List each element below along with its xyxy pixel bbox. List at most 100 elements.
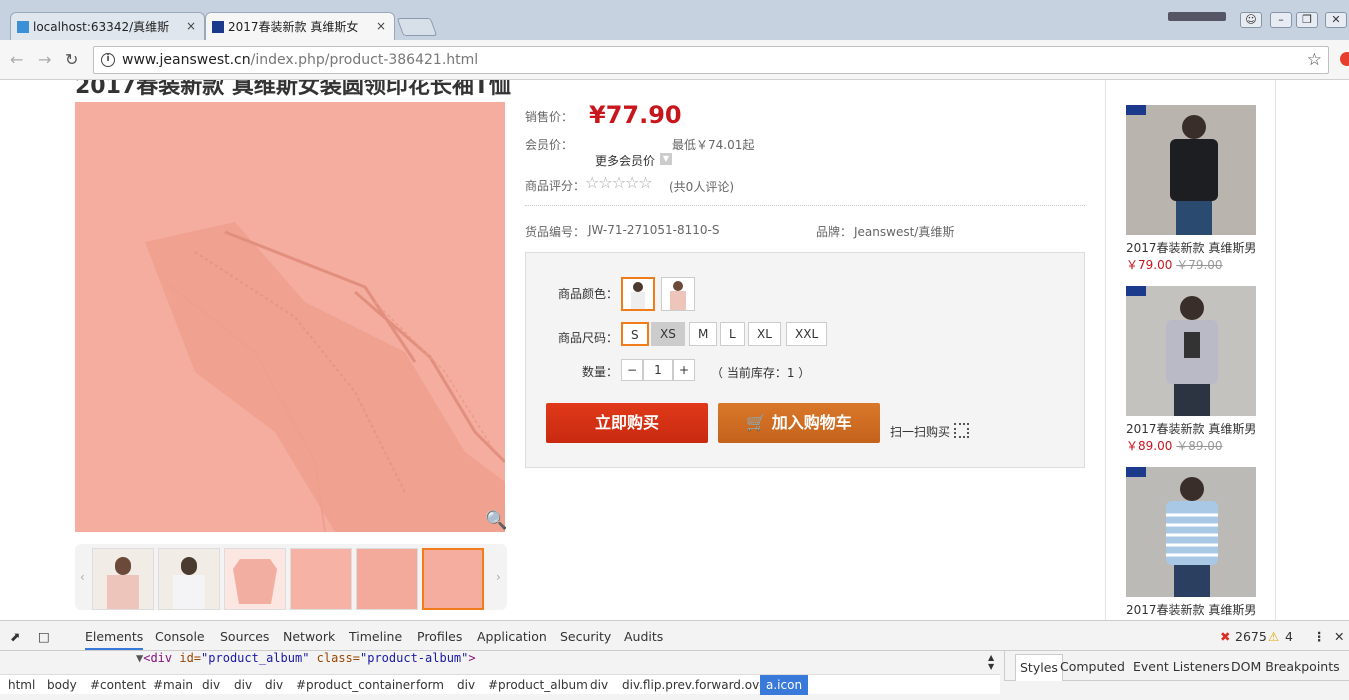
size-xs[interactable]: XS [651,322,685,346]
tab-localhost[interactable]: localhost:63342/真维斯 × [10,12,205,42]
thumbnail-selected[interactable] [422,548,484,610]
crumb[interactable]: div [265,678,283,692]
product-image[interactable] [1126,286,1256,416]
size-m[interactable]: M [689,322,718,346]
product-main-image[interactable] [75,102,505,532]
tab-audits[interactable]: Audits [624,629,663,644]
add-to-cart-button[interactable]: 🛒 加入购物车 [718,403,880,443]
related-products-sidebar: 2017春装新款 真维斯男 ￥79.00 ￥79.00 2017春装新款 真维斯… [1105,80,1276,620]
device-toggle-icon[interactable]: □ [38,629,50,644]
forward-icon[interactable]: → [38,50,51,69]
purchase-options: 商品颜色： 商品尺码： S XS M L XL XXL 数量： − 1 + （ … [525,252,1085,468]
menu-badge-icon[interactable] [1340,52,1349,66]
dom-node-line[interactable]: ▼<div id="product_album" class="product-… [136,651,476,665]
thumbnail[interactable] [158,548,220,610]
color-swatch-pink[interactable] [661,277,695,311]
bookmark-star-icon[interactable]: ☆ [1307,50,1322,70]
related-product[interactable]: 2017春装新款 真维斯男 ￥79.00 ￥79.00 [1126,105,1256,273]
tab-network[interactable]: Network [283,629,335,644]
qty-input[interactable]: 1 [643,359,673,381]
related-product-name[interactable]: 2017春装新款 真维斯男 [1126,420,1256,437]
user-icon[interactable]: ☺ [1240,12,1262,28]
product-image[interactable] [1126,467,1256,597]
tab-dom-breakpoints[interactable]: DOM Breakpoints [1231,659,1340,674]
tab-application[interactable]: Application [477,629,547,644]
crumb[interactable]: div [590,678,608,692]
related-product[interactable]: 2017春装新款 真维斯男 [1126,467,1256,618]
color-label: 商品颜色： [558,287,619,301]
sale-price: ¥77.90 [589,101,682,129]
size-xl[interactable]: XL [748,322,781,346]
thumbnail[interactable] [356,548,418,610]
related-product-name[interactable]: 2017春装新款 真维斯男 [1126,239,1256,256]
close-icon[interactable]: × [186,19,196,33]
product-image[interactable] [1126,105,1256,235]
qty-minus-button[interactable]: − [621,359,643,381]
buy-now-button[interactable]: 立即购买 [546,403,708,443]
tab-profiles[interactable]: Profiles [417,629,462,644]
tab-title: localhost:63342/真维斯 [33,20,170,34]
crumb[interactable]: div [234,678,252,692]
back-icon[interactable]: ← [10,50,23,69]
tab-computed[interactable]: Computed [1060,659,1125,674]
inspect-icon[interactable]: ⬈ [10,629,20,644]
warning-icon[interactable]: ⚠ [1268,629,1279,644]
stock-text: （ 当前库存：1 ） [711,366,811,380]
more-member-price[interactable]: 更多会员价 [595,152,655,169]
thumbnail[interactable] [92,548,154,610]
color-swatch-white[interactable] [621,277,655,311]
related-product-name[interactable]: 2017春装新款 真维斯男 [1126,601,1256,618]
tab-security[interactable]: Security [560,629,611,644]
crumb[interactable]: #main [153,678,193,692]
qty-plus-button[interactable]: + [673,359,695,381]
crumb[interactable]: form [416,678,444,692]
address-bar[interactable]: i www.jeanswest.cn/index.php/product-386… [93,46,1329,74]
crumb[interactable]: div [457,678,475,692]
tab-event-listeners[interactable]: Event Listeners [1133,659,1230,674]
related-product[interactable]: 2017春装新款 真维斯男 ￥89.00 ￥89.00 [1126,286,1256,454]
tab-timeline[interactable]: Timeline [349,629,402,644]
thumbnail[interactable] [290,548,352,610]
devtools-close-icon[interactable]: ✕ [1334,629,1344,644]
rating-count: (共0人评论) [669,180,734,194]
crumb-selected[interactable]: a.icon [760,675,809,695]
crumb[interactable]: #product_container [296,678,415,692]
dropdown-icon[interactable]: ▼ [660,153,672,165]
next-arrow-icon[interactable]: › [496,570,501,584]
close-icon[interactable]: × [376,19,386,33]
reload-icon[interactable]: ↻ [65,50,78,69]
warning-count[interactable]: 4 [1285,629,1293,644]
tab-styles[interactable]: Styles [1015,654,1063,681]
more-options-icon[interactable]: ⋮ [1313,629,1326,644]
size-s[interactable]: S [621,322,649,346]
new-tab-button[interactable] [396,18,438,36]
quantity-label: 数量： [582,365,619,379]
scan-to-buy[interactable]: 扫一扫购买 [890,423,950,440]
window-close-icon[interactable]: ✕ [1325,12,1347,28]
crumb[interactable]: div [202,678,220,692]
prev-arrow-icon[interactable]: ‹ [80,570,85,584]
tab-console[interactable]: Console [155,629,205,644]
brand-badge-icon [1126,467,1146,477]
qrcode-icon[interactable] [954,423,969,438]
info-icon[interactable]: i [101,53,115,67]
scroll-arrows-icon[interactable]: ▲ ▼ [988,653,994,671]
error-count[interactable]: 2675 [1235,629,1267,644]
tab-sources[interactable]: Sources [220,629,269,644]
maximize-icon[interactable]: ❐ [1296,12,1318,28]
tab-strip: localhost:63342/真维斯 × 2017春装新款 真维斯女 × ☺ … [0,0,1349,42]
error-icon[interactable]: ✖ [1220,629,1230,644]
thumbnail[interactable] [224,548,286,610]
magnifier-icon[interactable]: 🔍 [485,510,507,531]
crumb[interactable]: html [8,678,35,692]
tab-product[interactable]: 2017春装新款 真维斯女 × [205,12,395,42]
page-content: 2017春装新款 真维斯女装圆领印花长袖T恤 🔍 ‹ › 销售价： ¥77.90 [0,80,1349,620]
size-l[interactable]: L [720,322,745,346]
crumb[interactable]: body [47,678,77,692]
size-xxl[interactable]: XXL [786,322,828,346]
minimize-icon[interactable]: – [1270,12,1292,28]
crumb[interactable]: div.flip.prev.forward.over [622,678,772,692]
crumb[interactable]: #content [90,678,146,692]
crumb[interactable]: #product_album [488,678,588,692]
tab-elements[interactable]: Elements [85,629,144,650]
